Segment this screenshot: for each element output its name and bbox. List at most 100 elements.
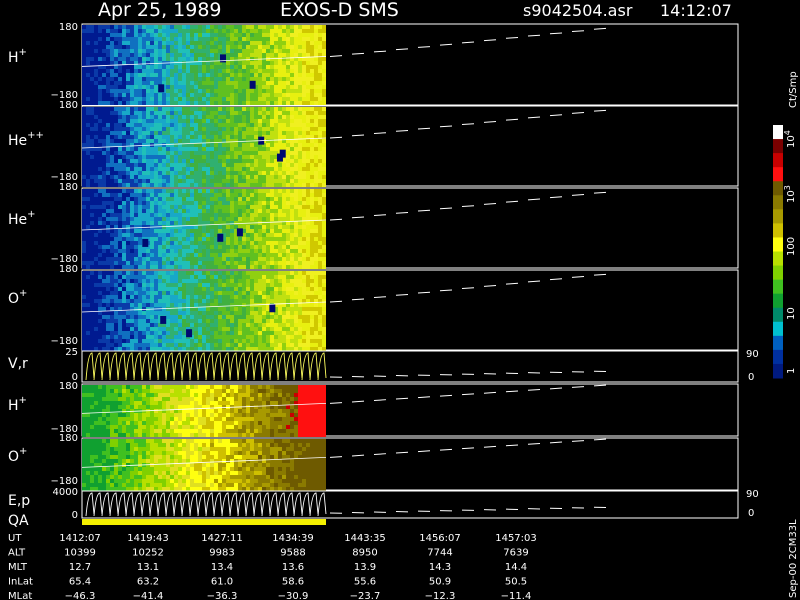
panel-heatmap [85,492,327,517]
colorbar-segment [773,335,783,351]
panel-label: He++ [8,130,44,149]
info-cell: 10399 [64,548,96,559]
panel-5: V,r250900 [8,347,759,383]
panel-label: V,r [8,356,28,372]
info-cell: 50.5 [505,577,527,588]
info-cell: −36.3 [207,591,238,600]
info-cell: 50.9 [429,577,451,588]
y-tick-top: 25 [65,347,78,358]
colorbar-segment [773,363,783,379]
info-cell: 9983 [209,548,234,559]
panel-4: O+ 180 −180 [8,264,739,351]
info-cell: 63.2 [137,577,159,588]
panel-label-base: He [8,133,27,149]
panel-7: O+180−180 [8,433,739,491]
info-cell: 13.6 [282,562,304,573]
info-row-inlat: InLat 65.4 63.2 61.0 58.6 55.6 50.9 50.5 [8,577,527,588]
panel-label: H+ [8,395,27,414]
y-tick-top: 180 [59,100,78,111]
right-tick-bottom: 0 [748,372,754,383]
orbit-trace [329,506,607,514]
colorbar-segment [773,195,783,210]
y-tick-top: 180 [59,264,78,275]
sms-spectrogram-figure: Apr 25, 1989 EXOS-D SMS s9042504.asr 14:… [8,0,799,600]
info-cell: 13.4 [211,562,233,573]
header-time: 14:12:07 [660,1,732,20]
y-tick-bottom: 0 [72,510,78,521]
panel-6: H+180−180 [8,381,739,437]
info-cell: 1412:07 [59,533,101,544]
info-cell: 65.4 [69,577,91,588]
info-cell: −41.4 [133,591,164,600]
panel-label-sup: + [19,47,27,58]
colorbar-tick: 100 [786,237,797,256]
panel-stack: H+180−180He++180−180He+180−180O+180−180V… [8,22,759,521]
panel-label-sup: + [27,209,35,220]
info-cell: −11.4 [501,591,532,600]
info-cell: 12.7 [69,562,91,573]
info-row-ut: UT 1412:07 1419:43 1427:11 1434:39 1443:35 145… [8,533,537,544]
instrument-title: EXOS-D SMS [280,0,399,21]
file-name: s9042504.asr [523,1,633,20]
info-cell: 14.3 [429,562,451,573]
info-cell: −12.3 [425,591,456,600]
colorbar-segment [773,209,783,224]
info-cell: 9588 [280,548,305,559]
panel-label-base: V,r [8,356,28,372]
y-tick-bottom: −180 [51,336,78,347]
info-cell: 8950 [352,548,377,559]
y-tick-top: 180 [59,433,78,444]
info-row-mlat: MLat −46.3 −41.4 −36.3 −30.9 −23.7 −12.3 −11.4 [8,591,531,600]
colorbar-tick: 1 [786,368,797,374]
panel-label-sup: ++ [27,130,44,141]
panel-heatmap [82,439,326,491]
panel-label-base: He [8,212,27,228]
info-cell: 1419:43 [127,533,169,544]
colorbar-segment [773,181,783,196]
info-cell: 1456:07 [419,533,461,544]
colorbar-tick: 103 [783,185,797,203]
panel-label-sup: + [19,446,27,457]
qa-label: QA [8,513,29,529]
panel-1: H+180−180 [8,22,739,106]
panel-heatmap [82,271,326,351]
colorbar-segment [773,139,783,154]
info-row-mlt: MLT 12.7 13.1 13.4 13.6 13.9 14.3 14.4 [8,562,527,573]
y-tick-top: 4000 [53,487,78,498]
colorbar-segment [773,279,783,295]
info-cell: 7744 [427,548,452,559]
colorbar-segment [773,153,783,168]
y-tick-top: 180 [59,182,78,193]
colorbar-segment [773,223,783,238]
info-row-name: MLat [8,591,32,600]
panel-label-sup: + [19,395,27,406]
right-tick-top: 90 [746,489,759,500]
panel-heatmap [82,189,326,269]
info-cell: 1434:39 [272,533,314,544]
colorbar: 104 103 100 10 1 [773,125,797,379]
info-cell: 61.0 [211,577,233,588]
info-cell: 55.6 [354,577,376,588]
panel-heatmap [85,352,327,381]
colorbar-tick: 104 [783,130,797,148]
y-tick-top: 180 [59,22,78,33]
qa-bar [82,519,326,525]
panel-label: O+ [8,288,27,307]
info-cell: 13.9 [354,562,376,573]
colorbar-segment [773,251,783,267]
panel-heatmap [82,385,326,437]
info-row-name: ALT [8,548,26,559]
panel-label-base: O [8,291,19,307]
colorbar-segment [773,125,783,140]
info-cell: 1443:35 [344,533,386,544]
panel-2: He++180−180 [8,100,739,187]
y-tick-top: 180 [59,381,78,392]
panel-label-base: H [8,50,19,66]
info-row-name: MLT [8,562,28,573]
panel-8: E,p 4000 0 90 0 [8,487,759,521]
colorbar-segment [773,321,783,337]
colorbar-tick: 10 [786,307,797,320]
panel-label: He+ [8,209,36,228]
info-cell: 58.6 [282,577,304,588]
info-cell: 14.4 [505,562,527,573]
